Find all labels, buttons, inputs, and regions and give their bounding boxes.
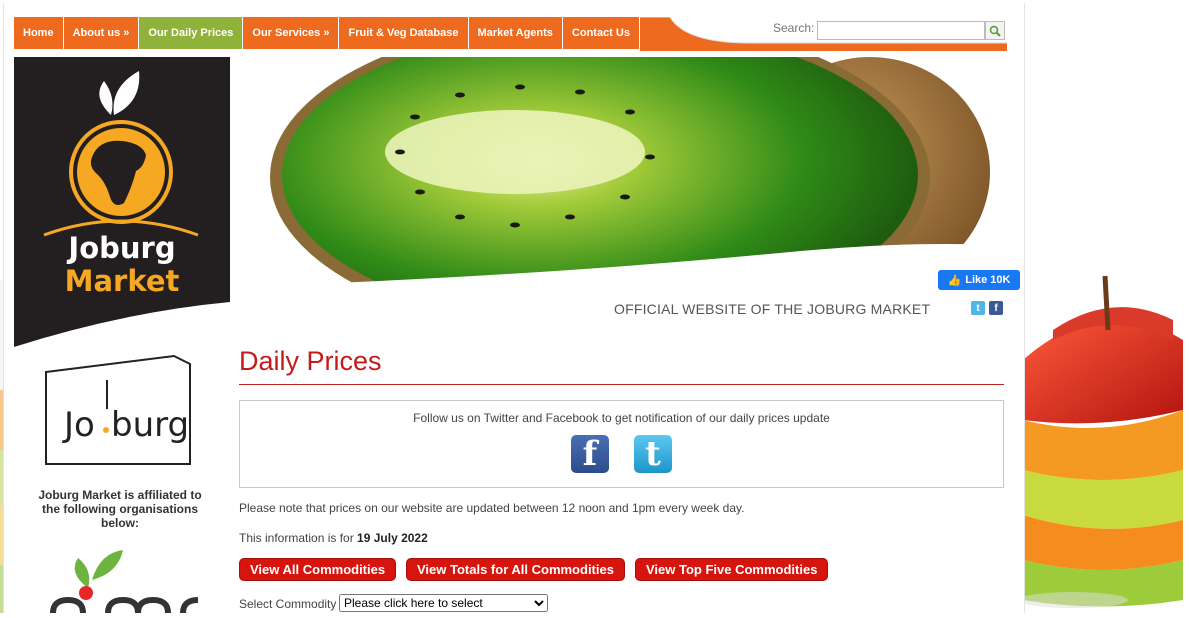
view-totals-button[interactable]: View Totals for All Commodities — [406, 558, 625, 581]
main-nav: Home About us » Our Daily Prices Our Ser… — [14, 17, 640, 49]
info-date-line: This information is for 19 July 2022 — [239, 531, 428, 545]
view-top-five-button[interactable]: View Top Five Commodities — [635, 558, 829, 581]
view-all-commodities-button[interactable]: View All Commodities — [239, 558, 397, 581]
facebook-like-label: Like 10K — [965, 274, 1011, 286]
facebook-like-button[interactable]: 👍 Like 10K — [938, 270, 1020, 290]
search-icon — [989, 25, 1001, 37]
social-follow-box: Follow us on Twitter and Facebook to get… — [239, 400, 1004, 488]
joburg-logo-text: Jo — [62, 405, 95, 445]
update-note: Please note that prices on our website a… — [239, 501, 745, 515]
thumbs-up-icon: 👍 — [947, 274, 962, 287]
facebook-large-icon[interactable]: f — [571, 434, 609, 474]
select-commodity-label: Select Commodity — [239, 597, 337, 611]
follow-text: Follow us on Twitter and Facebook to get… — [413, 411, 830, 425]
nav-our-services[interactable]: Our Services » — [243, 17, 340, 49]
search-button[interactable] — [985, 21, 1005, 40]
info-date: 19 July 2022 — [357, 531, 428, 545]
kiwi-banner-image — [230, 57, 1020, 302]
title-divider — [239, 384, 1004, 385]
twitter-icon[interactable]: t — [971, 301, 985, 315]
nav-home[interactable]: Home — [14, 17, 64, 49]
search-input[interactable] — [817, 21, 985, 40]
joburg-logo-text-2: burg — [111, 405, 189, 445]
site-tagline: OFFICIAL WEBSITE OF THE JOBURG MARKET — [614, 301, 931, 317]
info-prefix: This information is for — [239, 531, 354, 545]
twitter-large-icon[interactable]: t — [634, 434, 672, 474]
joburg-market-logo[interactable]: Joburg Market — [14, 57, 230, 347]
nav-market-agents[interactable]: Market Agents — [468, 17, 563, 49]
search-label: Search: — [773, 21, 815, 35]
nav-daily-prices[interactable]: Our Daily Prices — [139, 17, 244, 49]
nav-contact-us[interactable]: Contact Us — [562, 17, 640, 49]
page-title: Daily Prices — [239, 346, 382, 376]
commodity-select[interactable]: Please click here to select — [339, 594, 548, 612]
affiliate-nmp-logo[interactable] — [48, 548, 199, 614]
city-of-joburg-logo[interactable]: Jo burg — [44, 354, 192, 466]
background-fruit-stack — [1013, 0, 1189, 613]
nav-about-us[interactable]: About us » — [63, 17, 140, 49]
affiliation-text: Joburg Market is affiliated to the follo… — [38, 488, 202, 530]
facebook-icon[interactable]: f — [989, 301, 1003, 315]
nav-fruit-veg-database[interactable]: Fruit & Veg Database — [339, 17, 469, 49]
logo-text-market: Market — [65, 264, 180, 298]
logo-text-joburg: Joburg — [66, 231, 175, 265]
